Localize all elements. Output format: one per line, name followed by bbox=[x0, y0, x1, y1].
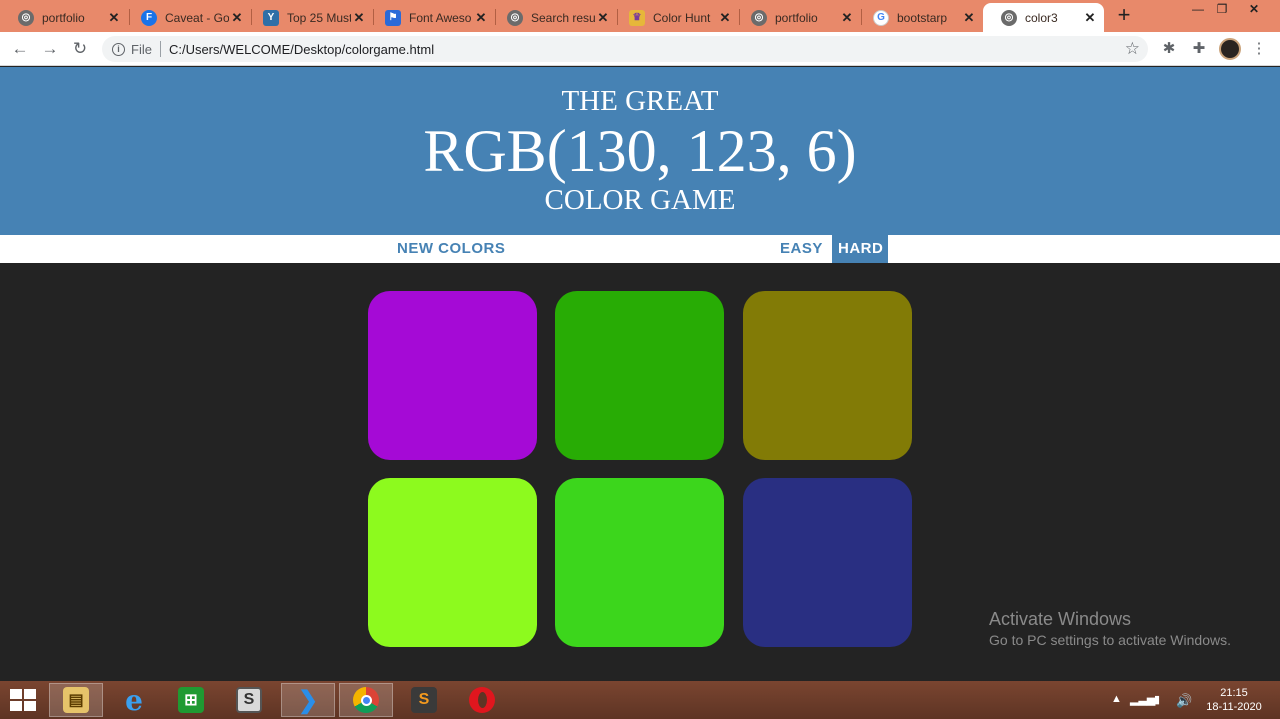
close-icon[interactable]: ✕ bbox=[473, 10, 489, 26]
tab-portfolio[interactable]: ◎ portfolio ✕ bbox=[0, 3, 128, 32]
close-icon[interactable]: ✕ bbox=[961, 10, 977, 26]
close-icon[interactable]: ✕ bbox=[106, 10, 122, 26]
tab-title: portfolio bbox=[775, 10, 818, 25]
store-icon[interactable]: ⊞ bbox=[164, 683, 218, 717]
omnibox-divider bbox=[159, 41, 161, 57]
fonts-icon: F bbox=[141, 9, 157, 26]
network-signal-icon[interactable]: ▂▃▅ bbox=[1130, 693, 1155, 706]
globe-icon: ◎ bbox=[18, 9, 34, 26]
battery-icon[interactable]: ▮ bbox=[1154, 693, 1160, 706]
game-header: THE GREAT RGB(130, 123, 6) COLOR GAME bbox=[0, 67, 1280, 235]
extension-bug-icon[interactable]: ✱ bbox=[1159, 39, 1179, 59]
info-icon[interactable]: i bbox=[112, 42, 125, 56]
color-square[interactable] bbox=[743, 291, 912, 460]
sublime-text-icon[interactable]: S bbox=[397, 683, 451, 717]
watermark-subtitle: Go to PC settings to activate Windows. bbox=[989, 632, 1231, 648]
new-colors-button[interactable]: NEW COLORS bbox=[391, 235, 511, 263]
color-square[interactable] bbox=[368, 291, 537, 460]
tab-top-25[interactable]: Y Top 25 Must ✕ bbox=[245, 3, 373, 32]
windows-taskbar: ▤ e ⊞ S ❯ S bbox=[0, 681, 1280, 719]
google-icon: G bbox=[873, 9, 889, 26]
tab-title: Color Hunt bbox=[653, 10, 711, 25]
tab-title: Top 25 Must bbox=[287, 10, 351, 25]
color-square[interactable] bbox=[743, 478, 912, 647]
easy-mode-button[interactable]: EASY bbox=[774, 235, 829, 263]
tab-bootstrap[interactable]: G bootstarp ✕ bbox=[855, 3, 983, 32]
minimize-icon[interactable]: — bbox=[1186, 2, 1210, 18]
bookmark-star-icon[interactable]: ☆ bbox=[1125, 39, 1140, 59]
tab-title: Search resul bbox=[531, 10, 595, 25]
close-icon[interactable]: ✕ bbox=[351, 10, 367, 26]
globe-icon: ◎ bbox=[1001, 9, 1017, 26]
title-line-the-great: THE GREAT bbox=[561, 85, 719, 117]
opera-icon[interactable] bbox=[455, 683, 509, 717]
close-window-icon[interactable]: ✕ bbox=[1242, 2, 1266, 18]
tab-color-hunt[interactable]: ♛ Color Hunt ✕ bbox=[611, 3, 739, 32]
internet-explorer-icon[interactable]: e bbox=[107, 683, 161, 717]
browser-tab-strip: ◎ portfolio ✕ F Caveat - Go ✕ Y Top 25 M… bbox=[0, 0, 1280, 32]
file-explorer-icon[interactable]: ▤ bbox=[49, 683, 103, 717]
browser-toolbar: ← → ↻ i File C:/Users/WELCOME/Desktop/co… bbox=[0, 32, 1280, 66]
color-display: RGB(130, 123, 6) bbox=[423, 118, 857, 184]
globe-icon: ◎ bbox=[507, 9, 523, 26]
vscode-icon[interactable]: ❯ bbox=[281, 683, 335, 717]
color-square[interactable] bbox=[555, 291, 724, 460]
profile-avatar[interactable] bbox=[1219, 38, 1241, 60]
tab-color3[interactable]: ◎ color3 ✕ bbox=[983, 3, 1104, 32]
flag-icon: ⚑ bbox=[385, 9, 401, 26]
hard-mode-button[interactable]: HARD bbox=[832, 235, 888, 263]
tab-portfolio-2[interactable]: ◎ portfolio ✕ bbox=[733, 3, 861, 32]
close-icon[interactable]: ✕ bbox=[717, 10, 733, 26]
clock-date: 18-11-2020 bbox=[1206, 701, 1262, 713]
tab-title: bootstarp bbox=[897, 10, 948, 25]
tab-caveat[interactable]: F Caveat - Go ✕ bbox=[123, 3, 251, 32]
sublime-icon[interactable]: S bbox=[222, 683, 276, 717]
close-icon[interactable]: ✕ bbox=[229, 10, 245, 26]
file-label: File bbox=[131, 41, 152, 57]
taskbar-clock[interactable]: 21:15 18-11-2020 bbox=[1204, 686, 1264, 714]
extensions-puzzle-icon[interactable]: ✚ bbox=[1189, 39, 1209, 59]
new-tab-button[interactable]: + bbox=[1112, 4, 1136, 27]
reload-icon[interactable]: ↻ bbox=[69, 38, 91, 60]
start-windows-icon[interactable] bbox=[10, 689, 36, 711]
chrome-icon[interactable] bbox=[339, 683, 393, 717]
tab-font-awesome[interactable]: ⚑ Font Aweso ✕ bbox=[367, 3, 495, 32]
menu-kebab-icon[interactable]: ⋮ bbox=[1249, 39, 1269, 59]
color-square[interactable] bbox=[555, 478, 724, 647]
control-stripe: NEW COLORS EASY HARD bbox=[0, 235, 1280, 263]
tab-title: Font Aweso bbox=[409, 10, 472, 25]
tray-chevron-icon[interactable]: ▲ bbox=[1111, 693, 1122, 705]
trophy-icon: ♛ bbox=[629, 9, 645, 26]
activate-windows-watermark: Activate Windows Go to PC settings to ac… bbox=[989, 609, 1231, 648]
color-square[interactable] bbox=[368, 478, 537, 647]
title-line-color-game: COLOR GAME bbox=[544, 184, 736, 216]
forward-icon[interactable]: → bbox=[39, 38, 61, 60]
y-logo-icon: Y bbox=[263, 9, 279, 26]
address-bar[interactable]: i File C:/Users/WELCOME/Desktop/colorgam… bbox=[102, 36, 1148, 62]
clock-time: 21:15 bbox=[1220, 687, 1248, 699]
tab-title: portfolio bbox=[42, 10, 85, 25]
tab-title: Caveat - Go bbox=[165, 10, 229, 25]
watermark-title: Activate Windows bbox=[989, 609, 1132, 629]
back-icon[interactable]: ← bbox=[9, 38, 31, 60]
close-icon[interactable]: ✕ bbox=[839, 10, 855, 26]
tab-search-results[interactable]: ◎ Search resul ✕ bbox=[489, 3, 617, 32]
globe-icon: ◎ bbox=[751, 9, 767, 26]
volume-icon[interactable]: 🔊 bbox=[1176, 693, 1192, 709]
url-text[interactable]: C:/Users/WELCOME/Desktop/colorgame.html bbox=[169, 42, 434, 57]
tab-title: color3 bbox=[1025, 10, 1058, 25]
close-icon[interactable]: ✕ bbox=[595, 10, 611, 26]
restore-icon[interactable]: ❐ bbox=[1210, 2, 1234, 18]
close-icon[interactable]: ✕ bbox=[1082, 10, 1098, 26]
